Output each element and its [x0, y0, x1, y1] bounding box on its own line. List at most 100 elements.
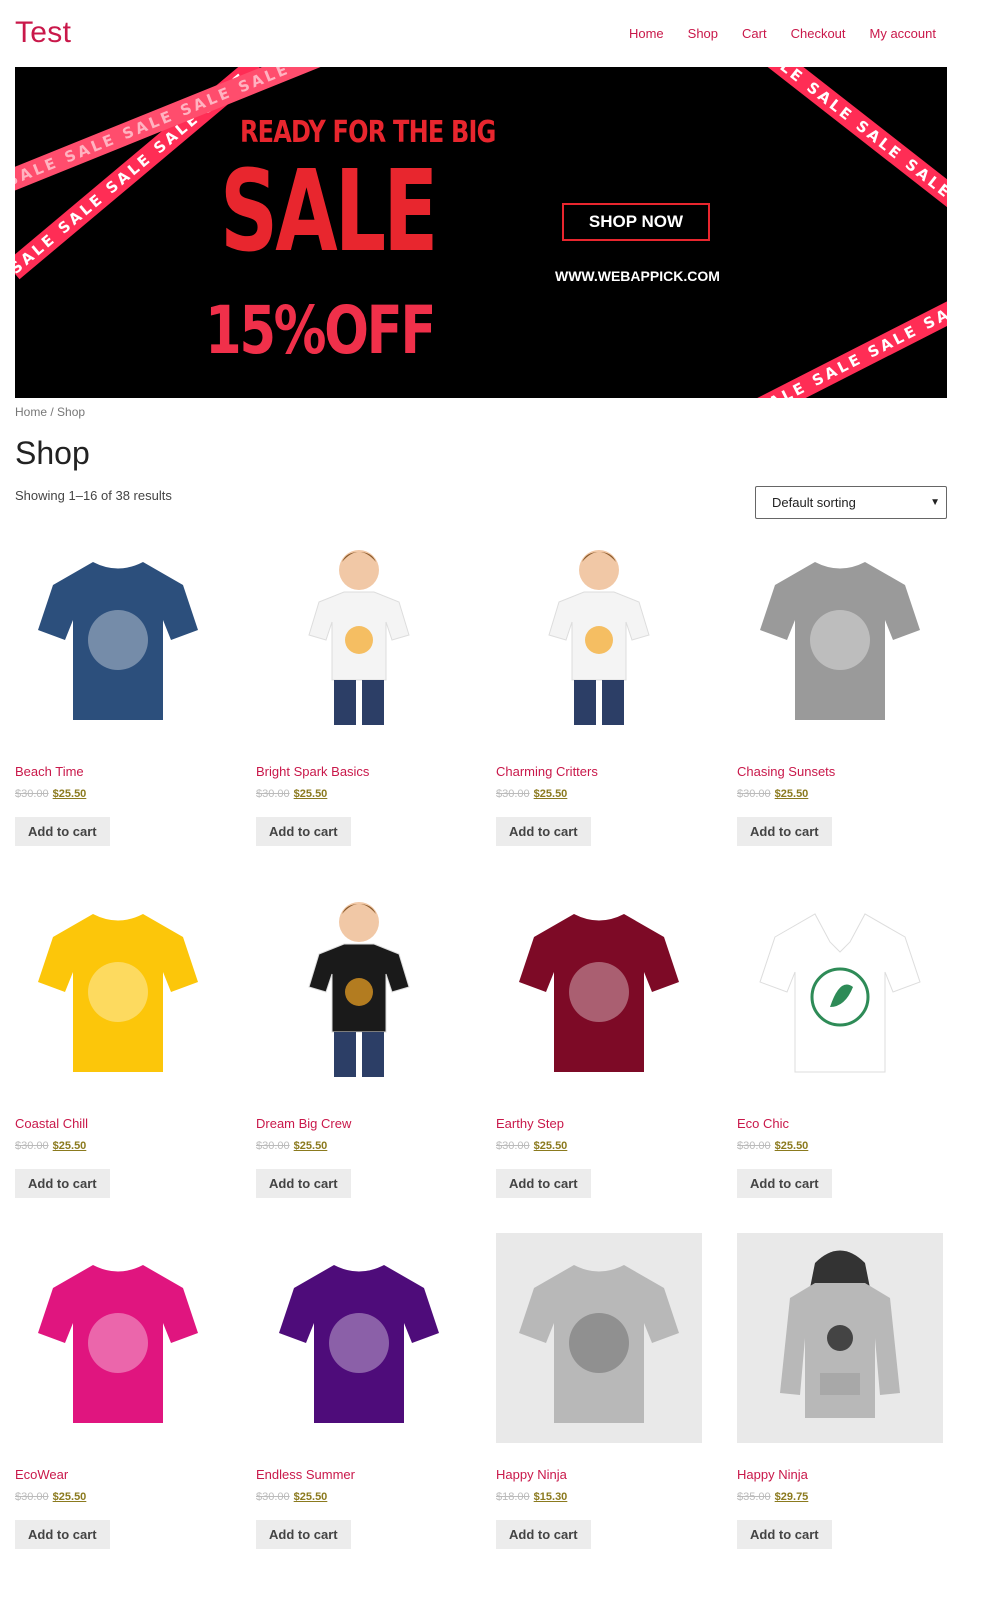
original-price: $30.00 [256, 788, 290, 800]
product-image[interactable] [496, 882, 702, 1092]
product-name[interactable]: Coastal Chill [15, 1116, 221, 1131]
site-title[interactable]: Test [15, 16, 71, 50]
product-image[interactable] [15, 530, 221, 740]
add-to-cart-button[interactable]: Add to cart [15, 1169, 110, 1198]
add-to-cart-button[interactable]: Add to cart [496, 1520, 591, 1549]
product-price: $18.00 $15.30 [496, 1491, 702, 1503]
product-image[interactable] [496, 1233, 702, 1443]
product-name[interactable]: Endless Summer [256, 1467, 462, 1482]
sale-tape: SALE SALE SALE SALE SALE [752, 67, 947, 228]
product-name[interactable]: Charming Critters [496, 764, 702, 779]
add-to-cart-button[interactable]: Add to cart [737, 1169, 832, 1198]
nav-shop[interactable]: Shop [688, 26, 718, 41]
tshirt-image [519, 1265, 679, 1423]
sale-tape: SALE SALE SALE SALE SALE [752, 295, 947, 398]
product-image[interactable] [15, 882, 221, 1092]
add-to-cart-button[interactable]: Add to cart [737, 1520, 832, 1549]
sort-selected-value: Default sorting [772, 495, 856, 510]
product-image[interactable] [737, 882, 943, 1092]
sale-price: $25.50 [293, 788, 328, 800]
product-image[interactable] [737, 530, 943, 740]
product-name[interactable]: Bright Spark Basics [256, 764, 462, 779]
nav-cart[interactable]: Cart [742, 26, 767, 41]
sale-price: $25.50 [774, 1140, 809, 1152]
sale-price: $25.50 [533, 1140, 568, 1152]
product-image[interactable] [256, 530, 462, 740]
sale-price: $25.50 [533, 788, 568, 800]
product-price: $30.00 $25.50 [15, 1140, 221, 1152]
main-nav: Home Shop Cart Checkout My account [629, 26, 936, 41]
product-name[interactable]: Dream Big Crew [256, 1116, 462, 1131]
product-image[interactable] [496, 530, 702, 740]
product-card: Endless Summer $30.00 $25.50 Add to cart [256, 1233, 462, 1549]
original-price: $30.00 [737, 788, 771, 800]
sale-banner[interactable]: SALE SALE SALE SALE SALE SALE SALE SALE … [15, 67, 947, 398]
product-image[interactable] [737, 1233, 943, 1443]
add-to-cart-button[interactable]: Add to cart [15, 1520, 110, 1549]
add-to-cart-button[interactable]: Add to cart [737, 817, 832, 846]
sale-price: $25.50 [774, 788, 809, 800]
kid-model-image [308, 902, 410, 1077]
kid-model-image [308, 550, 410, 725]
original-price: $30.00 [15, 1140, 49, 1152]
product-image[interactable] [15, 1233, 221, 1443]
product-name[interactable]: Eco Chic [737, 1116, 943, 1131]
add-to-cart-button[interactable]: Add to cart [256, 1169, 351, 1198]
product-name[interactable]: Happy Ninja [737, 1467, 943, 1482]
sale-price: $29.75 [774, 1491, 809, 1503]
sale-price: $25.50 [52, 788, 87, 800]
product-image[interactable] [256, 1233, 462, 1443]
tshirt-image [38, 914, 198, 1072]
shop-now-button[interactable]: SHOP NOW [562, 203, 710, 241]
product-card: Dream Big Crew $30.00 $25.50 Add to cart [256, 882, 462, 1198]
kid-model-image [548, 550, 650, 725]
original-price: $30.00 [496, 1140, 530, 1152]
product-name[interactable]: Chasing Sunsets [737, 764, 943, 779]
sale-price: $25.50 [52, 1140, 87, 1152]
breadcrumb-home[interactable]: Home [15, 405, 47, 419]
sort-select[interactable]: Default sorting ▼ [755, 486, 947, 519]
product-price: $30.00 $25.50 [496, 788, 702, 800]
banner-headline: READY FOR THE BIG [240, 115, 496, 150]
tshirt-image [760, 562, 920, 720]
product-name[interactable]: EcoWear [15, 1467, 221, 1482]
product-card: Bright Spark Basics $30.00 $25.50 Add to ca… [256, 530, 462, 846]
breadcrumb-separator: / [47, 405, 58, 419]
product-price: $30.00 $25.50 [256, 788, 462, 800]
product-card: Happy Ninja $18.00 $15.30 Add to cart [496, 1233, 702, 1549]
banner-sale-text: SALE [220, 147, 438, 277]
product-price: $30.00 $25.50 [496, 1140, 702, 1152]
nav-checkout[interactable]: Checkout [791, 26, 846, 41]
product-name[interactable]: Earthy Step [496, 1116, 702, 1131]
original-price: $30.00 [737, 1140, 771, 1152]
product-card: Charming Critters $30.00 $25.50 Add to cart [496, 530, 702, 846]
add-to-cart-button[interactable]: Add to cart [496, 1169, 591, 1198]
hoodie-image [780, 1250, 900, 1418]
product-card: EcoWear $30.00 $25.50 Add to cart [15, 1233, 221, 1549]
product-card: Happy Ninja $35.00 $29.75 Add to cart [737, 1233, 943, 1549]
nav-home[interactable]: Home [629, 26, 664, 41]
nav-my-account[interactable]: My account [870, 26, 936, 41]
add-to-cart-button[interactable]: Add to cart [256, 817, 351, 846]
product-price: $30.00 $25.50 [256, 1491, 462, 1503]
chevron-down-icon: ▼ [930, 497, 940, 508]
product-name[interactable]: Happy Ninja [496, 1467, 702, 1482]
add-to-cart-button[interactable]: Add to cart [15, 817, 110, 846]
product-price: $30.00 $25.50 [737, 788, 943, 800]
banner-website: WWW.WEBAPPICK.COM [555, 268, 720, 284]
add-to-cart-button[interactable]: Add to cart [496, 817, 591, 846]
add-to-cart-button[interactable]: Add to cart [256, 1520, 351, 1549]
product-name[interactable]: Beach Time [15, 764, 221, 779]
original-price: $30.00 [496, 788, 530, 800]
original-price: $35.00 [737, 1491, 771, 1503]
result-count: Showing 1–16 of 38 results [15, 488, 172, 503]
tshirt-image [279, 1265, 439, 1423]
product-card: Eco Chic $30.00 $25.50 Add to cart [737, 882, 943, 1198]
tshirt-image [38, 562, 198, 720]
product-price: $30.00 $25.50 [737, 1140, 943, 1152]
original-price: $30.00 [256, 1491, 290, 1503]
breadcrumb: Home / Shop [15, 405, 85, 419]
product-image[interactable] [256, 882, 462, 1092]
product-price: $30.00 $25.50 [15, 1491, 221, 1503]
tshirt-image [38, 1265, 198, 1423]
